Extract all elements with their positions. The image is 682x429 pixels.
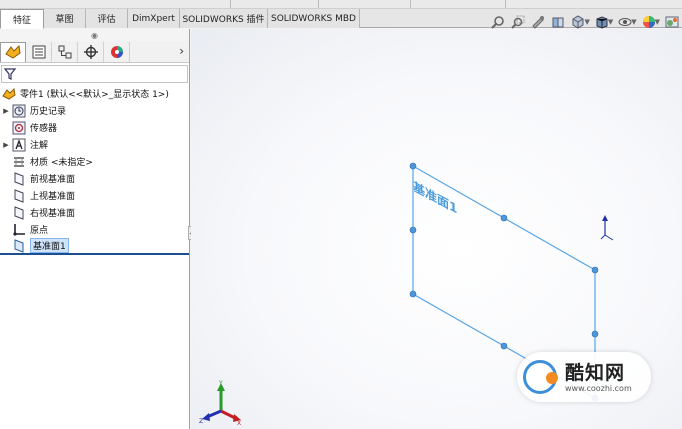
origin-marker-icon (600, 215, 614, 241)
tree-root-label: 零件1 (默认<<默认>_显示状态 1>) (20, 90, 169, 100)
annotation-icon (12, 138, 26, 152)
configuration-manager-icon[interactable] (52, 41, 78, 62)
plane-icon (12, 205, 26, 220)
view-orientation-dropdown-icon[interactable]: ▼ (584, 18, 589, 26)
tree-item-annotations[interactable]: ▶ 注解 (0, 136, 189, 153)
reference-triad-icon: Y X Z (199, 380, 241, 425)
plane-icon (12, 171, 26, 186)
plane-handle[interactable] (500, 342, 508, 350)
tab-solidworks-mbd[interactable]: SOLIDWORKS MBD (268, 9, 360, 28)
tree-item-label: 材质 <未指定> (30, 158, 93, 168)
tab-features[interactable]: 特征 (0, 9, 44, 29)
tree-item-origin[interactable]: 原点 (0, 221, 189, 238)
display-manager-icon[interactable] (104, 41, 130, 62)
tree-item-label: 基准面1 (30, 238, 69, 253)
dimxpert-manager-icon[interactable] (78, 41, 104, 62)
history-icon (12, 104, 26, 118)
part-icon (2, 87, 16, 101)
svg-text:Y: Y (218, 380, 223, 387)
toolbar-separator (410, 0, 411, 8)
plane-icon (12, 188, 26, 203)
tree-item-sensors[interactable]: 传感器 (0, 119, 189, 136)
toolbar-separator (318, 0, 319, 8)
feature-tree-filter[interactable] (1, 65, 188, 83)
tree-item-top-plane[interactable]: 上视基准面 (0, 187, 189, 204)
watermark: 酷知网 www.coozhi.com (517, 352, 651, 402)
origin-icon (12, 223, 26, 237)
watermark-url: www.coozhi.com (565, 383, 632, 393)
feature-manager-panel: ◉ › 零件1 (默认<<默认>_显示状态 1>) ▶ 历史记录 传感器 ▶ 注… (0, 29, 190, 429)
expand-arrow-icon[interactable]: ▶ (0, 141, 12, 149)
plane-handle[interactable] (409, 226, 417, 234)
toolbar-separator (505, 0, 506, 8)
hide-show-dropdown-icon[interactable]: ▼ (631, 18, 636, 26)
tree-item-label: 传感器 (30, 124, 58, 134)
sensor-icon (12, 121, 26, 135)
plane-handle[interactable] (500, 214, 508, 222)
tree-item-front-plane[interactable]: 前视基准面 (0, 170, 189, 187)
tab-dimxpert[interactable]: DimXpert (128, 9, 180, 28)
expand-arrow-icon[interactable]: ▶ (0, 107, 12, 115)
filter-icon (4, 68, 16, 80)
panel-tabs-next-icon[interactable]: › (179, 44, 184, 58)
svg-text:Z: Z (199, 418, 203, 425)
tab-sketch[interactable]: 草图 (44, 9, 86, 28)
watermark-title: 酷知网 (565, 361, 626, 384)
tree-item-label: 右视基准面 (30, 209, 76, 219)
tree-root-part[interactable]: 零件1 (默认<<默认>_显示状态 1>) (0, 85, 189, 102)
feature-tree: 零件1 (默认<<默认>_显示状态 1>) ▶ 历史记录 传感器 ▶ 注解 材质… (0, 85, 189, 255)
tree-item-plane1[interactable]: 基准面1 (0, 238, 189, 255)
display-style-dropdown-icon[interactable]: ▼ (608, 18, 613, 26)
plane-handle[interactable] (409, 162, 417, 170)
property-manager-icon[interactable] (26, 41, 52, 62)
coozhi-logo-icon (523, 360, 558, 394)
tree-item-label: 前视基准面 (30, 175, 76, 185)
tree-item-label: 注解 (30, 141, 49, 151)
plane-icon (12, 238, 26, 253)
graphics-area[interactable]: 基准面1 Y X Z 酷知网 www.coozhi.com (191, 29, 682, 429)
plane-handle[interactable] (591, 266, 599, 274)
tree-item-right-plane[interactable]: 右视基准面 (0, 204, 189, 221)
panel-grip-handle[interactable]: ◉ (0, 29, 189, 41)
feature-manager-icon[interactable] (0, 41, 26, 62)
feature-manager-tabs: › (0, 41, 189, 63)
tree-item-label: 历史记录 (30, 107, 67, 117)
tab-solidworks-addins[interactable]: SOLIDWORKS 插件 (180, 9, 268, 28)
tree-item-history[interactable]: ▶ 历史记录 (0, 102, 189, 119)
appearance-dropdown-icon[interactable]: ▼ (655, 18, 660, 26)
tree-item-label: 上视基准面 (30, 192, 76, 202)
tree-item-label: 原点 (30, 226, 49, 236)
svg-text:X: X (237, 420, 241, 425)
plane-handle[interactable] (591, 330, 599, 338)
material-icon (12, 155, 26, 169)
tab-evaluate[interactable]: 评估 (86, 9, 128, 28)
command-manager-toolbar (0, 0, 682, 9)
tree-item-material[interactable]: 材质 <未指定> (0, 153, 189, 170)
toolbar-separator (230, 0, 231, 8)
plane-handle[interactable] (409, 290, 417, 298)
